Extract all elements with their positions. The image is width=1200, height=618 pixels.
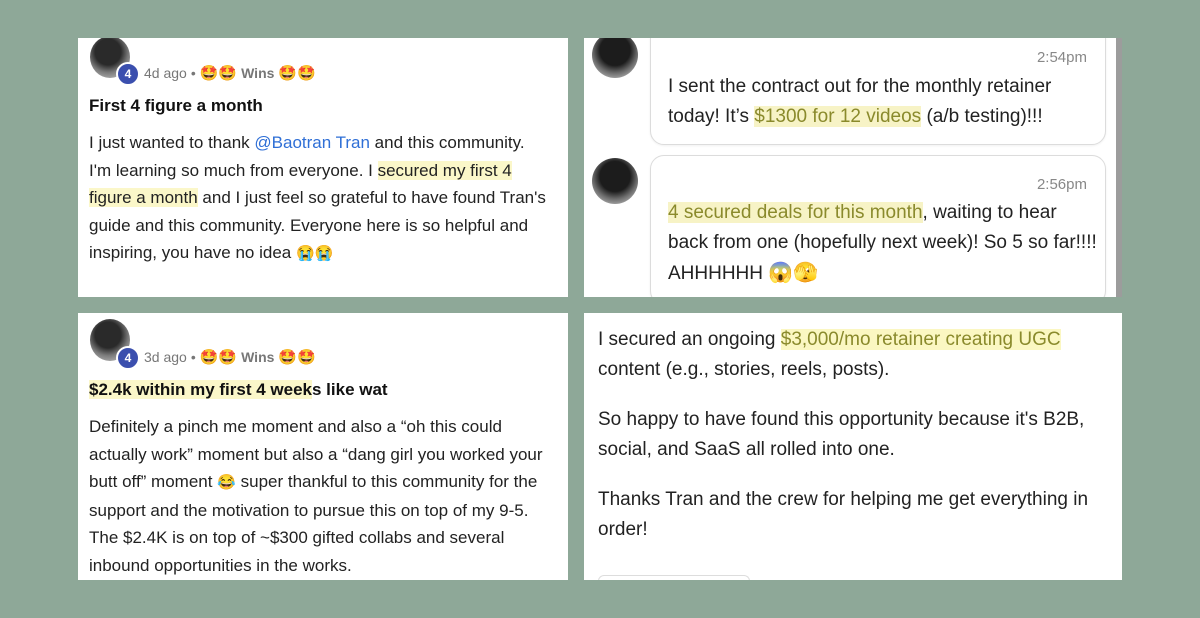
post-meta: 3d ago • 🤩🤩 Wins 🤩🤩 [144,348,316,366]
level-badge: 4 [116,346,140,370]
title-text: s like wat [311,380,388,399]
post-body: I just wanted to thank @Baotran Tran and… [89,129,549,268]
star-eyes-emoji: 🤩🤩 [199,349,238,366]
star-eyes-emoji: 🤩🤩 [278,349,316,366]
post-title[interactable]: First 4 figure a month [89,96,263,116]
message-time: 2:56pm [1036,176,1087,193]
chat-panel: 2:54pm I sent the contract out for the m… [584,38,1122,297]
message-paragraph: So happy to have found this opportunity … [598,409,1085,460]
message-time: 2:54pm [1036,49,1087,66]
highlighted-text: $1300 for 12 videos [754,106,922,127]
post-meta: 4d ago • 🤩🤩 Wins 🤩🤩 [144,64,316,82]
scrollbar[interactable] [1116,38,1122,297]
message-paragraph: Thanks Tran and the crew for helping me … [598,489,1089,540]
post-card-2-4k: 4 3d ago • 🤩🤩 Wins 🤩🤩 $2.4k within my fi… [78,313,568,580]
post-body: Definitely a pinch me moment and also a … [89,413,551,579]
message-text-part: (a/b testing)!!! [921,106,1043,127]
shocked-emoji: 😱🫣 [768,262,819,284]
laughing-emoji: 😂 [217,474,236,491]
crying-emoji: 😭😭 [295,245,334,262]
message-text-part: I secured an ongoing [598,329,781,350]
post-title[interactable]: $2.4k within my first 4 weeks like wat [89,380,388,400]
highlighted-text: $3,000/mo retainer creating UGC [780,329,1061,350]
message-paragraph: I secured an ongoing $3,000/mo retainer … [598,325,1114,385]
star-eyes-emoji: 🤩🤩 [278,65,316,82]
category-label[interactable]: Wins [241,65,274,81]
user-mention-link[interactable]: @Baotran Tran [254,133,370,152]
level-badge: 4 [116,62,140,86]
avatar[interactable] [592,158,638,204]
post-card-first-4-figure: 4 4d ago • 🤩🤩 Wins 🤩🤩 First 4 figure a m… [78,38,568,297]
body-text: I just wanted to thank [89,133,255,152]
avatar[interactable] [592,38,638,78]
meta-separator: • [190,65,196,81]
message-text: 4 secured deals for this month, waiting … [668,198,1098,289]
highlighted-title: $2.4k within my first 4 week [89,380,312,399]
highlighted-text: 4 secured deals for this month [668,202,923,223]
star-eyes-emoji: 🤩🤩 [199,65,238,82]
post-time[interactable]: 4d ago [144,65,187,81]
chat-bubble: 2:56pm 4 secured deals for this month, w… [650,155,1106,297]
category-label[interactable]: Wins [241,349,274,365]
meta-separator: • [190,349,196,365]
post-time[interactable]: 3d ago [144,349,187,365]
message-panel: I secured an ongoing $3,000/mo retainer … [584,313,1122,580]
message-text: I sent the contract out for the monthly … [668,72,1098,132]
reaction-bar[interactable] [598,575,750,580]
chat-bubble: 2:54pm I sent the contract out for the m… [650,38,1106,145]
message-text-part: content (e.g., stories, reels, posts). [598,359,890,380]
